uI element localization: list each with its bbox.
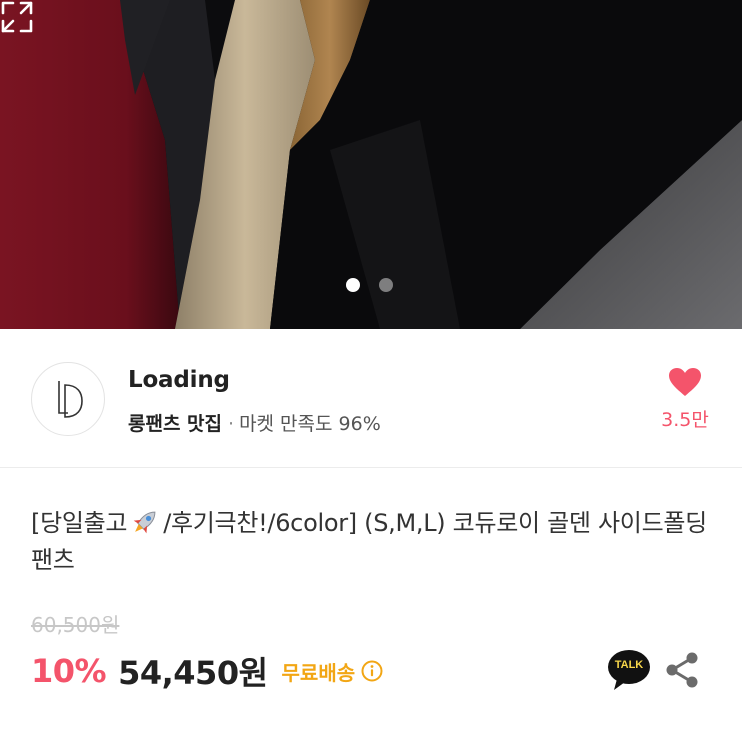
expand-icon[interactable] <box>0 0 34 34</box>
rocket-icon <box>133 511 156 534</box>
title-prefix: [당일출고 <box>31 509 128 537</box>
sale-price: 54,450원 <box>118 654 268 692</box>
like-count: 3.5만 <box>661 409 709 431</box>
original-price: 60,500원 <box>31 613 120 637</box>
product-title: [당일출고/후기극찬!/6color] (S,M,L) 코듀로이 골덴 사이드폴… <box>31 505 711 579</box>
price-row: 10% 54,450원 무료배송 <box>31 649 383 693</box>
product-image-gallery[interactable] <box>0 0 742 329</box>
pagination-dot-2[interactable] <box>379 278 393 292</box>
pagination-dot-1[interactable] <box>346 278 360 292</box>
shop-category: 롱팬츠 맛집 <box>128 413 223 435</box>
free-shipping-label: 무료배송 <box>281 660 356 685</box>
seller-section[interactable]: Loading 롱팬츠 맛집 · 마켓 만족도 96% 3.5만 <box>0 329 742 468</box>
seller-logo <box>58 381 83 418</box>
heart-icon[interactable] <box>668 367 702 397</box>
kakao-talk-button[interactable]: TALK <box>607 649 651 691</box>
talk-label: TALK <box>614 659 644 671</box>
gallery-pagination <box>346 278 393 292</box>
market-satisfaction: 마켓 만족도 96% <box>239 413 381 435</box>
seller-avatar[interactable] <box>31 362 105 436</box>
info-icon[interactable] <box>361 660 383 682</box>
share-icon[interactable] <box>664 651 700 689</box>
shop-name[interactable]: Loading <box>128 367 230 393</box>
discount-rate: 10% <box>31 652 107 690</box>
shop-info: 롱팬츠 맛집 · 마켓 만족도 96% <box>128 409 381 436</box>
shop-separator: · <box>228 413 235 435</box>
